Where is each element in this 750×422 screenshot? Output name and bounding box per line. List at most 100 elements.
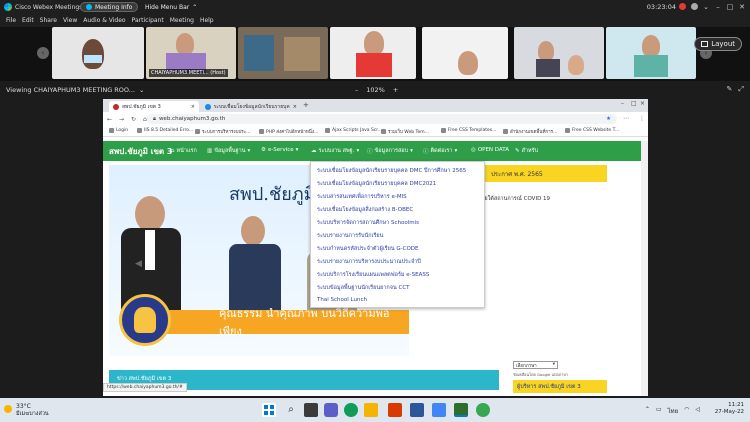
annotate-icon[interactable]: ✎ — [727, 85, 733, 94]
nav-contact[interactable]: ⓘ ติดต่อเรา ▾ — [423, 147, 457, 155]
dropdown-item-dmc-2565[interactable]: ระบบเชื่อมโยงข้อมูลนักเรียนรายบุคคล DMC … — [317, 167, 466, 175]
dropdown-item-dmc2021[interactable]: ระบบเชื่อมโยงข้อมูลนักเรียนรายบุคคล DMC2… — [317, 180, 436, 188]
chat-icon[interactable] — [324, 403, 338, 417]
zoom-in-button[interactable]: + — [393, 86, 398, 94]
dropdown-item-b-obec[interactable]: ระบบเชื่อมโยงข้อมูลสิ่งก่อสร้าง B-OBEC — [317, 206, 413, 214]
window-minimize-icon[interactable]: – — [621, 100, 624, 107]
webex-taskbar-icon[interactable] — [454, 403, 468, 417]
edge-browser-icon[interactable] — [344, 403, 358, 417]
menu-share[interactable]: Share — [40, 17, 57, 24]
maximize-button[interactable]: □ — [724, 1, 736, 13]
search-icon[interactable]: ⌕ — [284, 403, 298, 417]
chevron-down-icon[interactable]: ⌄ — [139, 86, 144, 94]
bookmark-item[interactable]: สำนักงานเขตพื้นที่การ... — [503, 128, 557, 135]
participant-strip: ‹ CHAIYAPHUM3 MEETI... (Host) › Layout — [0, 27, 750, 81]
nav-for[interactable]: ✎ สำหรับ — [515, 147, 538, 155]
participant-video-3[interactable] — [238, 27, 328, 79]
bookmark-item[interactable]: รวมเว็บ Web Tem... — [381, 128, 429, 135]
bookmark-item[interactable]: Login — [109, 128, 128, 133]
window-maximize-icon[interactable]: □ — [631, 100, 637, 107]
menu-meeting[interactable]: Meeting — [170, 17, 194, 24]
nav-e-service[interactable]: ⚙ e-Service ▾ — [261, 147, 298, 153]
dropdown-item-admission[interactable]: ระบบรายงานการรับนักเรียน — [317, 232, 383, 240]
fullscreen-icon[interactable]: ⤢ — [738, 85, 744, 94]
camera-icon[interactable]: ▭ — [656, 406, 662, 416]
window-close-icon[interactable]: × — [640, 100, 645, 107]
close-button[interactable]: ✕ — [736, 1, 748, 13]
avatar-gray-icon[interactable] — [688, 1, 700, 13]
star-icon[interactable]: ★ — [606, 116, 611, 122]
dropdown-item-budget[interactable]: ระบบรายงานการบริหารงบประมาณประจำปี — [317, 258, 421, 266]
nav-exam-info[interactable]: ⓘ ข้อมูลการสอบ ▾ — [367, 147, 413, 155]
wifi-icon[interactable]: ◠ — [684, 406, 689, 416]
meeting-info-button[interactable]: Meeting Info — [80, 2, 139, 12]
dropdown-icon[interactable]: ⌄ — [700, 1, 712, 13]
reload-icon[interactable]: ↻ — [131, 116, 139, 123]
back-icon[interactable]: ← — [107, 116, 115, 123]
chrome-icon[interactable] — [476, 403, 490, 417]
nav-obec-systems[interactable]: ☁ ระบบงาน สพฐ. ▾ — [311, 147, 359, 155]
layout-button[interactable]: Layout — [694, 37, 742, 51]
bookmark-item[interactable]: IIS 8.5 Detailed Erro... — [137, 128, 193, 133]
browser-tab-2[interactable]: ระบบเชื่อมโยงข้อมูลนักเรียนรายบุคคล D...… — [201, 101, 301, 112]
extensions-icon[interactable]: ⋯ — [623, 115, 629, 122]
browser-tab-1[interactable]: สพป.ชัยภูมิ เขต 3 × — [109, 101, 199, 112]
bookmark-item[interactable]: PHP ส่งค่าไปอีกหน้าหนึ่ง... — [259, 128, 318, 135]
nav-basic-info[interactable]: ▥ ข้อมูลพื้นฐาน ▾ — [207, 147, 250, 155]
start-icon[interactable] — [262, 403, 276, 417]
bookmark-icon — [565, 128, 570, 133]
address-bar[interactable]: 🔒︎ web.chaiyaphum3.go.th ★ — [147, 114, 617, 124]
menu-help[interactable]: Help — [200, 17, 214, 24]
info-icon: ⓘ — [367, 149, 373, 155]
language-select[interactable]: เลือกภาษา ▾ — [513, 361, 558, 369]
dropdown-item-g-code[interactable]: ระบบกำหนดรหัสประจำตัวผู้เรียน G-CODE — [317, 245, 419, 253]
participant-video-1[interactable] — [52, 27, 144, 79]
page-scrollbar[interactable] — [641, 141, 648, 396]
nav-home[interactable]: ⌂ หน้าแรก — [171, 147, 197, 155]
participant-video-5[interactable] — [422, 27, 508, 79]
weather-widget[interactable]: 33°C มีเมฆบางส่วน — [16, 403, 49, 418]
forward-icon[interactable]: → — [119, 116, 127, 123]
bookmark-item[interactable]: ระบบการบริหารงบประ... — [195, 128, 250, 135]
participant-video-7[interactable] — [606, 27, 696, 79]
office-icon[interactable] — [388, 403, 402, 417]
participant-video-host[interactable]: CHAIYAPHUM3 MEETI... (Host) — [146, 27, 236, 79]
dropdown-item-cct[interactable]: ระบบข้อมูลพื้นฐานนักเรียนยากจน CCT — [317, 284, 410, 292]
menu-edit[interactable]: Edit — [22, 17, 34, 24]
menu-view[interactable]: View — [63, 17, 77, 24]
hide-menu-bar-button[interactable]: Hide Menu Bar ⌃ — [140, 2, 202, 12]
language-indicator[interactable]: ไทย — [668, 406, 679, 416]
carousel-prev-icon[interactable]: ◀ — [135, 259, 142, 269]
dropdown-item-e-seass[interactable]: ระบบบริการโรงเรียนแผนแพลตฟอร์ม e-SEASS — [317, 271, 429, 279]
dropdown-item-schoolmis[interactable]: ระบบบริหารจัดการสถานศึกษา Schoolmis — [317, 219, 419, 227]
new-tab-icon[interactable]: + — [303, 101, 309, 109]
bookmark-item[interactable]: Free CSS Website T... — [565, 128, 619, 133]
site-logo[interactable]: สพป.ชัยภูมิ เขต 3 — [109, 145, 172, 158]
dropdown-item-e-mis[interactable]: ระบบสารสนเทศเพื่อการบริหาร e-MIS — [317, 193, 407, 201]
task-view-icon[interactable] — [304, 403, 318, 417]
file-explorer-icon[interactable] — [364, 403, 378, 417]
store-icon[interactable] — [432, 403, 446, 417]
bookmark-item[interactable]: Ajax Scripts Java Scr... — [325, 128, 382, 133]
zoom-out-button[interactable]: – — [355, 86, 358, 94]
menu-audio-video[interactable]: Audio & Video — [83, 17, 125, 24]
tab-close-icon[interactable]: × — [293, 104, 297, 110]
minimize-button[interactable]: – — [712, 1, 724, 13]
participant-video-4[interactable] — [330, 27, 416, 79]
webex-titlebar: Cisco Webex Meetings Meeting Info Hide M… — [0, 0, 750, 14]
nav-open-data[interactable]: ◎ OPEN DATA — [471, 147, 509, 153]
announcement-title: ประกาศ พ.ศ. 2565 — [491, 170, 543, 178]
dropdown-item-thai-school-lunch[interactable]: Thai School Lunch — [317, 297, 367, 303]
bookmark-item[interactable]: Free CSS Templates... — [441, 128, 496, 133]
word-icon[interactable] — [410, 403, 424, 417]
menu-icon[interactable]: ⋮ — [639, 115, 645, 122]
prev-participants-button[interactable]: ‹ — [37, 47, 49, 59]
volume-icon[interactable]: ◁ — [695, 406, 700, 416]
tab-close-icon[interactable]: × — [191, 104, 195, 110]
menu-participant[interactable]: Participant — [132, 17, 164, 24]
obec-systems-dropdown: ระบบเชื่อมโยงข้อมูลนักเรียนรายบุคคล DMC … — [310, 161, 485, 308]
clock-widget[interactable]: 11:21 27-May-22 — [715, 402, 744, 416]
menu-file[interactable]: File — [6, 17, 16, 24]
participant-video-6[interactable] — [514, 27, 604, 79]
chevron-up-icon[interactable]: ⌃ — [645, 406, 650, 416]
